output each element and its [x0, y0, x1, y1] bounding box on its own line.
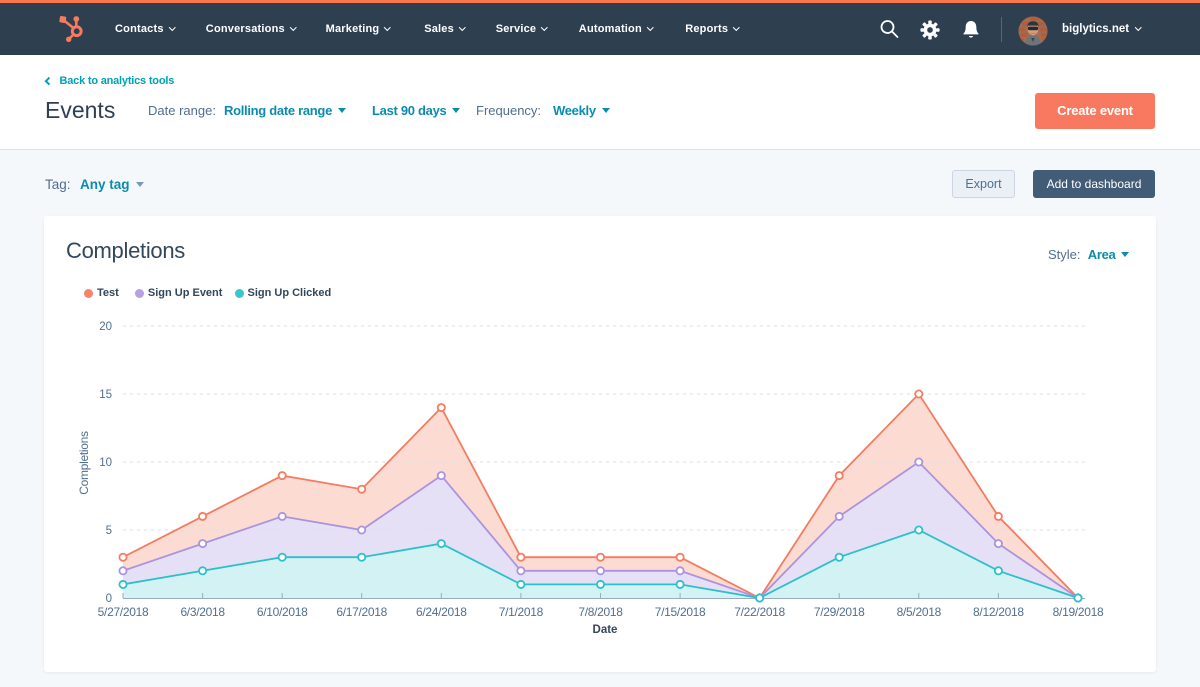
svg-text:Date: Date	[593, 624, 618, 636]
svg-text:6/3/2018: 6/3/2018	[180, 605, 225, 619]
svg-text:20: 20	[99, 321, 112, 333]
svg-text:6/24/2018: 6/24/2018	[416, 605, 467, 619]
svg-text:15: 15	[99, 389, 112, 401]
svg-text:7/29/2018: 7/29/2018	[814, 605, 865, 619]
svg-text:7/8/2018: 7/8/2018	[578, 605, 623, 619]
svg-text:Completions: Completions	[77, 431, 91, 495]
svg-text:6/10/2018: 6/10/2018	[257, 605, 308, 619]
svg-text:8/5/2018: 8/5/2018	[897, 605, 942, 619]
svg-text:7/15/2018: 7/15/2018	[655, 605, 706, 619]
svg-text:8/12/2018: 8/12/2018	[973, 605, 1024, 619]
svg-text:7/22/2018: 7/22/2018	[734, 605, 785, 619]
svg-text:5/27/2018: 5/27/2018	[98, 605, 149, 619]
svg-text:5: 5	[106, 525, 112, 537]
svg-text:10: 10	[99, 457, 112, 469]
svg-text:6/17/2018: 6/17/2018	[336, 605, 387, 619]
svg-text:8/19/2018: 8/19/2018	[1053, 605, 1104, 619]
svg-text:7/1/2018: 7/1/2018	[499, 605, 544, 619]
svg-text:0: 0	[106, 593, 112, 605]
